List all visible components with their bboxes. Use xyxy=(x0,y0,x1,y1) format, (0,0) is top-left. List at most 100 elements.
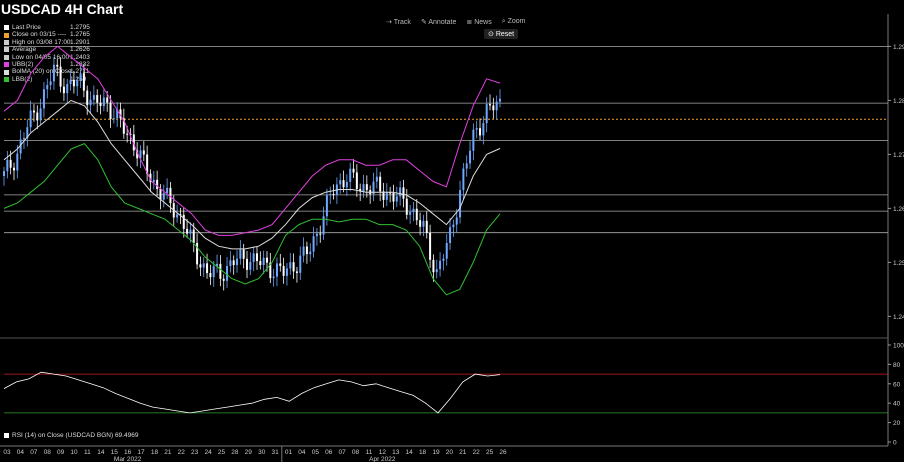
price-axis-tick-label: 1.26 xyxy=(893,206,904,213)
candle-body xyxy=(132,134,135,151)
candle-body xyxy=(465,163,468,169)
x-axis-tick-label: 30 xyxy=(258,449,266,456)
legend-row: LBB(2) 1.259 xyxy=(4,76,90,83)
candle-body xyxy=(489,104,492,106)
legend-swatch xyxy=(4,69,9,75)
candle-body xyxy=(479,128,482,136)
candle-body xyxy=(112,118,115,120)
legend-label: Close on 03/15 ---- xyxy=(12,31,67,39)
candle-body xyxy=(382,191,385,200)
candle-body xyxy=(469,150,472,164)
x-axis-tick-label: 17 xyxy=(137,449,145,456)
price-axis-tick-label: 1.27 xyxy=(893,152,904,159)
zoom-button[interactable]: ⌕ Zoom xyxy=(502,18,526,26)
candle-body xyxy=(425,220,428,233)
candle-body xyxy=(152,179,155,183)
candle-body xyxy=(139,150,142,159)
candle-body xyxy=(342,180,345,188)
legend-swatch xyxy=(4,77,9,83)
candle-body xyxy=(319,233,322,235)
candle-body xyxy=(402,187,405,199)
candle-body xyxy=(312,236,315,252)
x-axis-tick-label: 12 xyxy=(379,449,387,456)
candle-body xyxy=(395,196,398,202)
candle-body xyxy=(412,208,415,213)
lower-bollinger-band xyxy=(3,142,501,296)
candle-body xyxy=(12,167,15,171)
candle-body xyxy=(26,127,29,139)
legend-row: Last Price 1.2795 xyxy=(4,24,90,31)
rsi-line xyxy=(3,371,501,414)
candle-body xyxy=(3,171,5,176)
candle-body xyxy=(302,246,305,256)
reset-button[interactable]: ⊙ Reset xyxy=(484,29,519,39)
candle-body xyxy=(329,194,332,196)
candle-body xyxy=(212,266,215,278)
legend-row: Low on 04/05 16:00 1.2403 xyxy=(4,54,90,61)
candle-body xyxy=(229,260,232,266)
x-axis-tick-label: 10 xyxy=(70,449,78,456)
candle-body xyxy=(16,153,19,171)
candle-body xyxy=(116,109,119,119)
news-button[interactable]: ≣ News xyxy=(466,18,491,26)
rsi-legend: RSI (14) on Close (USDCAD BGN) 69.4969 xyxy=(4,432,138,439)
legend-value: 1.2901 xyxy=(70,38,90,46)
x-axis-tick-label: 20 xyxy=(446,449,454,456)
candle-body xyxy=(325,195,328,217)
candle-body xyxy=(315,233,318,237)
candle-body xyxy=(136,150,139,159)
legend-swatch xyxy=(4,25,9,31)
candle-body xyxy=(389,192,392,194)
rsi-axis-tick-label: 80 xyxy=(893,362,901,369)
candle-body xyxy=(226,265,229,281)
legend-label: Low on 04/05 16:00 xyxy=(12,53,70,61)
candle-body xyxy=(129,134,132,136)
x-axis-tick-label: 08 xyxy=(352,449,360,456)
legend-value: 1.2403 xyxy=(70,53,90,61)
annotate-button[interactable]: ✎ Annotate xyxy=(421,18,456,26)
candle-body xyxy=(269,262,272,279)
candle-body xyxy=(189,229,192,234)
legend-swatch xyxy=(4,47,9,53)
candle-body xyxy=(232,260,235,266)
candle-body xyxy=(109,102,112,120)
candle-body xyxy=(445,242,448,259)
legend-label: Average xyxy=(12,46,37,54)
x-axis-tick-label: 15 xyxy=(111,449,119,456)
candle-body xyxy=(345,181,348,188)
legend-label: Last Price xyxy=(12,24,41,31)
legend-label: LBB(2) xyxy=(12,75,33,83)
candle-body xyxy=(166,187,169,194)
legend-row: Close on 03/15 ---- 1.2765 xyxy=(4,31,90,38)
x-axis-tick-label: 18 xyxy=(151,449,159,456)
x-axis-tick-label: 26 xyxy=(499,449,507,456)
x-axis-tick-label: 22 xyxy=(473,449,481,456)
candle-body xyxy=(369,190,372,195)
candle-body xyxy=(432,259,435,273)
track-button[interactable]: ⇢ Track xyxy=(386,18,411,26)
candle-body xyxy=(355,172,358,189)
candle-body xyxy=(206,263,209,274)
candle-body xyxy=(209,273,212,278)
rsi-axis-tick-label: 40 xyxy=(893,401,901,408)
candle-body xyxy=(292,262,295,272)
x-axis-tick-label: 22 xyxy=(178,449,186,456)
candle-body xyxy=(252,253,255,262)
price-chart[interactable]: 1.29 1.28 1.27 1.26 1.25 1.24 100 80 60 40 20 0 03… xyxy=(0,0,904,462)
price-axis-tick-label: 1.24 xyxy=(893,314,904,321)
candle-body xyxy=(482,123,485,136)
candle-body xyxy=(279,263,282,266)
candle-body xyxy=(146,154,149,174)
candle-body xyxy=(372,181,375,195)
candle-body xyxy=(399,187,402,197)
candle-body xyxy=(409,212,412,215)
candle-body xyxy=(186,228,189,234)
x-axis-tick-label: 21 xyxy=(459,449,467,456)
candle-body xyxy=(362,184,365,192)
candle-body xyxy=(86,90,89,106)
rsi-swatch xyxy=(4,433,9,438)
candle-body xyxy=(62,86,65,94)
candle-body xyxy=(29,110,32,128)
rsi-legend-text: RSI (14) on Close (USDCAD BGN) 69.4969 xyxy=(12,432,139,439)
candle-body xyxy=(182,214,185,229)
